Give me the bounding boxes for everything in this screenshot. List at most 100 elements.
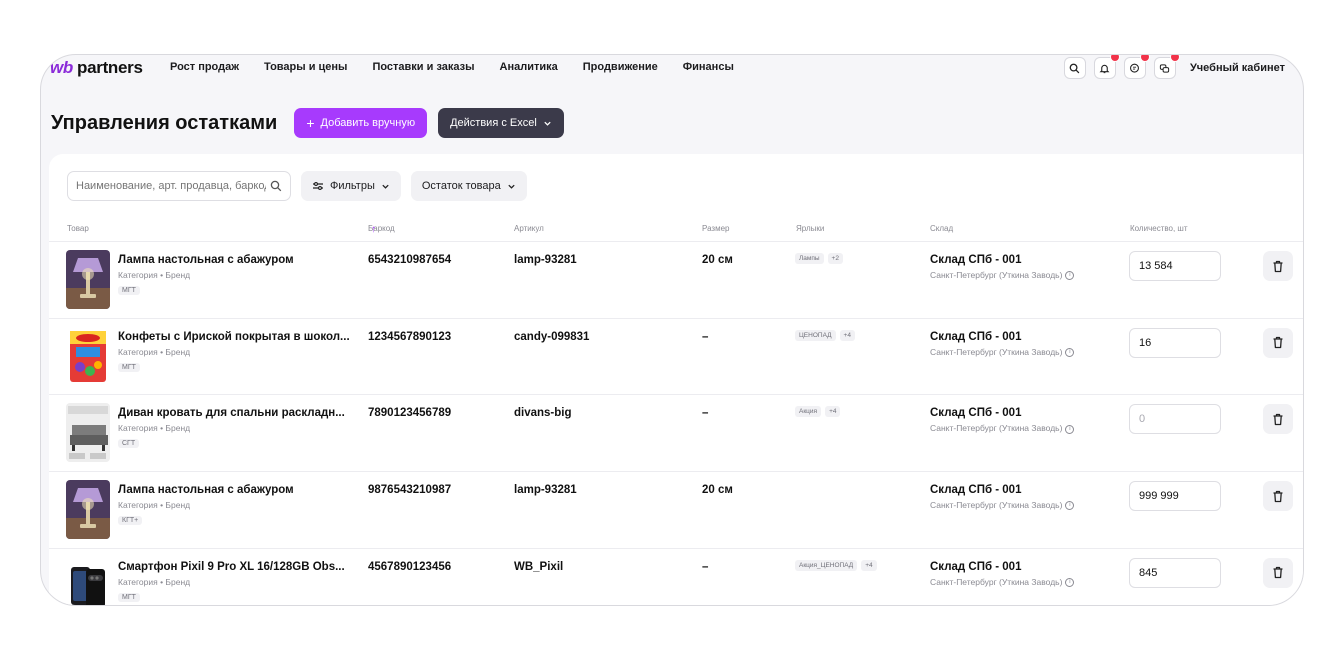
header-product[interactable]: Товар xyxy=(67,224,89,233)
table-header: Товар Баркод ↑ Артикул Размер Ярлыки Скла… xyxy=(67,224,1188,235)
labels-group: Акция_ЦЕНОПАД +4 xyxy=(795,559,877,571)
quantity-input[interactable] xyxy=(1129,327,1221,358)
nav-item[interactable]: Аналитика xyxy=(500,61,558,73)
table-row[interactable]: Смартфон Pixil 9 Pro XL 16/128GB Obs... К… xyxy=(49,547,1303,605)
warehouse-address: Санкт-Петербург (Уткина Заводь) i xyxy=(930,577,1075,588)
delete-button[interactable] xyxy=(1263,481,1293,512)
add-manually-button[interactable]: + Добавить вручную xyxy=(294,108,428,138)
table-row[interactable]: Лампа настольная с абажуром Категория • Б… xyxy=(49,241,1303,318)
sort-arrow-up-icon: ↑ xyxy=(371,224,376,235)
page-title: Управления остатками xyxy=(51,111,278,134)
label-chip[interactable]: Акция_ЦЕНОПАД xyxy=(795,559,858,571)
size: – xyxy=(702,407,709,420)
article: WB_Pixil xyxy=(514,560,564,573)
label-more-chip[interactable]: +4 xyxy=(825,406,841,418)
chat-icon xyxy=(1160,63,1170,73)
nav-item[interactable]: Поставки и заказы xyxy=(372,61,474,73)
size: – xyxy=(702,330,709,343)
search-box xyxy=(67,171,291,201)
search-input[interactable] xyxy=(76,180,266,192)
nav-right-actions: Учебный кабинет xyxy=(1063,55,1285,79)
nav-item[interactable]: Рост продаж xyxy=(170,61,239,73)
excel-actions-button[interactable]: Действия с Excel xyxy=(438,108,564,138)
stock-filter-button[interactable]: Остаток товара xyxy=(410,171,527,201)
header-warehouse[interactable]: Склад xyxy=(930,224,953,233)
article: lamp-93281 xyxy=(514,254,577,266)
trash-icon xyxy=(1273,337,1283,349)
product-thumbnail[interactable] xyxy=(66,250,110,309)
table-toolbar: Фильтры Остаток товара xyxy=(67,171,537,201)
labels-group: Акция +4 xyxy=(795,406,841,418)
warehouse-address: Санкт-Петербург (Уткина Заводь) i xyxy=(930,500,1075,511)
quantity-input[interactable] xyxy=(1129,481,1221,512)
labels-group: Лампы +2 xyxy=(795,253,843,264)
product-category-brand: Категория • Бренд xyxy=(118,423,191,434)
size-class-tag: МГТ xyxy=(118,592,140,602)
cabinet-switcher[interactable]: Учебный кабинет xyxy=(1190,62,1285,74)
product-thumbnail[interactable] xyxy=(66,480,110,540)
info-icon[interactable]: i xyxy=(1065,578,1075,588)
size-class-tag: МГТ xyxy=(118,286,140,295)
barcode: 1234567890123 xyxy=(368,330,452,343)
delete-button[interactable] xyxy=(1263,327,1293,358)
quantity-input[interactable] xyxy=(1129,557,1221,588)
label-chip[interactable]: Акция xyxy=(795,406,822,418)
info-icon[interactable]: i xyxy=(1065,271,1075,281)
bell-icon xyxy=(1099,64,1110,73)
info-icon[interactable]: i xyxy=(1065,424,1075,434)
product-thumbnail[interactable] xyxy=(66,403,110,463)
support-button[interactable] xyxy=(1123,55,1150,79)
product-thumbnail[interactable] xyxy=(66,326,110,386)
size: 20 см xyxy=(702,254,733,266)
notification-badge xyxy=(1109,55,1120,62)
product-category-brand: Категория • Бренд xyxy=(118,346,191,357)
product-thumbnail[interactable] xyxy=(66,556,110,605)
delete-button[interactable] xyxy=(1263,404,1293,435)
header-article[interactable]: Артикул xyxy=(514,224,544,233)
table-row[interactable]: Диван кровать для спальни раскладн... Кат… xyxy=(49,394,1303,471)
warehouse-name: Склад СПб - 001 xyxy=(930,254,1022,266)
nav-item[interactable]: Финансы xyxy=(683,61,734,73)
product-name[interactable]: Лампа настольная с абажуром xyxy=(118,484,294,496)
label-chip[interactable]: Лампы xyxy=(795,253,824,264)
nav-item[interactable]: Продвижение xyxy=(583,61,658,73)
chat-badge xyxy=(1169,55,1180,62)
trash-icon xyxy=(1273,413,1283,426)
label-more-chip[interactable]: +4 xyxy=(839,329,855,341)
quantity-input[interactable] xyxy=(1129,404,1221,435)
table-row[interactable]: Лампа настольная с абажуром Категория • Б… xyxy=(49,471,1303,548)
table-row[interactable]: Конфеты с Ириской покрытая в шокол... Кат… xyxy=(49,317,1303,395)
label-more-chip[interactable]: +2 xyxy=(827,253,843,264)
product-name[interactable]: Диван кровать для спальни раскладн... xyxy=(118,407,345,419)
header-size[interactable]: Размер xyxy=(702,224,730,233)
info-icon[interactable]: i xyxy=(1065,347,1075,357)
notifications-button[interactable] xyxy=(1093,55,1120,79)
wb-partners-logo[interactable]: wb partners xyxy=(50,58,143,78)
quantity-input[interactable] xyxy=(1129,251,1221,281)
label-chip[interactable]: ЦЕНОПАД xyxy=(795,329,836,341)
warehouse-name: Склад СПб - 001 xyxy=(930,407,1022,420)
product-name[interactable]: Конфеты с Ириской покрытая в шокол... xyxy=(118,331,350,343)
barcode: 9876543210987 xyxy=(368,484,452,497)
warehouse-name: Склад СПб - 001 xyxy=(930,484,1022,497)
chat-button[interactable] xyxy=(1153,55,1180,79)
header-qty[interactable]: Количество, шт xyxy=(1130,224,1188,233)
product-category-brand: Категория • Бренд xyxy=(118,500,191,511)
app-window: wb partners Рост продаж Товары и цены Пост… xyxy=(40,54,1304,606)
delete-button[interactable] xyxy=(1263,251,1293,281)
filters-button[interactable]: Фильтры xyxy=(301,171,401,201)
product-name[interactable]: Смартфон Pixil 9 Pro XL 16/128GB Obs... xyxy=(118,561,345,573)
nav-item[interactable]: Товары и цены xyxy=(264,61,347,73)
info-icon[interactable]: i xyxy=(1065,501,1075,511)
page-header: Управления остатками + Добавить вручную … xyxy=(51,108,564,138)
size: – xyxy=(702,560,709,573)
delete-button[interactable] xyxy=(1263,557,1293,588)
trash-icon xyxy=(1273,567,1283,579)
product-category-brand: Категория • Бренд xyxy=(118,270,191,280)
warehouse-name: Склад СПб - 001 xyxy=(930,560,1022,573)
product-name[interactable]: Лампа настольная с абажуром xyxy=(118,254,294,266)
label-more-chip[interactable]: +4 xyxy=(861,559,877,571)
header-labels[interactable]: Ярлыки xyxy=(796,224,824,233)
trash-icon xyxy=(1273,260,1283,272)
search-button[interactable] xyxy=(1063,57,1086,79)
